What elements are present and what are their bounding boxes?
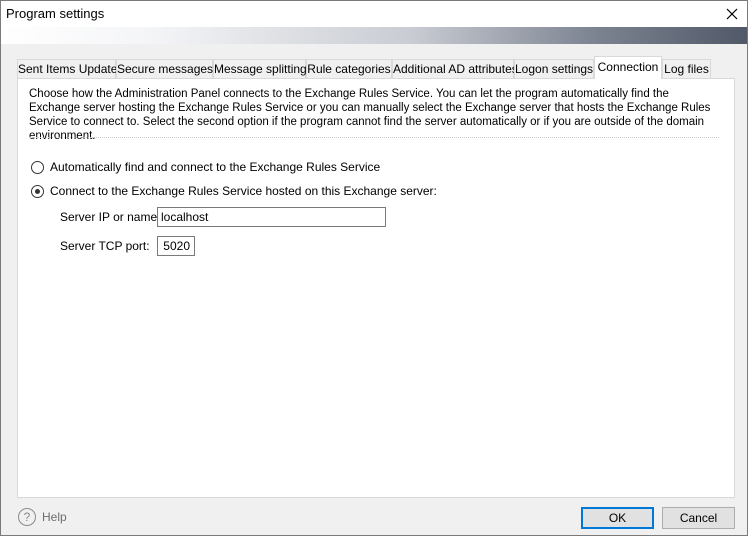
server-ip-input[interactable]: localhost	[157, 207, 386, 227]
help-link[interactable]: ? Help	[18, 508, 67, 526]
tab-connection[interactable]: Connection	[594, 56, 662, 79]
connection-description: Choose how the Administration Panel conn…	[29, 88, 711, 142]
tab-secure-messages[interactable]: Secure messages	[116, 59, 213, 78]
header-gradient-band	[1, 27, 747, 44]
tab-sent-items-update[interactable]: Sent Items Update	[17, 59, 117, 78]
auto-find-radio[interactable]	[31, 160, 44, 174]
tab-additional-ad-attributes[interactable]: Additional AD attributes	[392, 59, 518, 78]
program-settings-dialog: Program settings Sent Items Update Secur…	[0, 0, 748, 536]
manual-server-label: Connect to the Exchange Rules Service ho…	[50, 184, 437, 198]
tab-rule-categories[interactable]: Rule categories	[306, 59, 392, 78]
tcp-port-label: Server TCP port:	[60, 239, 150, 253]
close-icon	[726, 8, 738, 20]
manual-server-option[interactable]: Connect to the Exchange Rules Service ho…	[31, 184, 437, 198]
auto-find-option[interactable]: Automatically find and connect to the Ex…	[31, 160, 380, 174]
server-ip-label: Server IP or name:	[60, 210, 161, 224]
tab-message-splitting[interactable]: Message splitting	[213, 59, 307, 78]
cancel-button[interactable]: Cancel	[662, 507, 735, 529]
manual-server-radio[interactable]	[31, 184, 44, 198]
tab-log-files[interactable]: Log files	[662, 59, 711, 78]
help-label: Help	[42, 510, 67, 524]
auto-find-label: Automatically find and connect to the Ex…	[50, 160, 381, 174]
ok-button[interactable]: OK	[581, 507, 654, 529]
tab-logon-settings[interactable]: Logon settings	[514, 59, 594, 78]
tcp-port-input[interactable]: 5020	[157, 236, 195, 256]
help-circle-icon: ?	[18, 508, 36, 526]
close-button[interactable]	[717, 1, 747, 27]
connection-panel: Choose how the Administration Panel conn…	[17, 78, 735, 498]
title-bar: Program settings	[1, 1, 747, 27]
separator	[29, 137, 719, 138]
window-title: Program settings	[6, 6, 105, 21]
